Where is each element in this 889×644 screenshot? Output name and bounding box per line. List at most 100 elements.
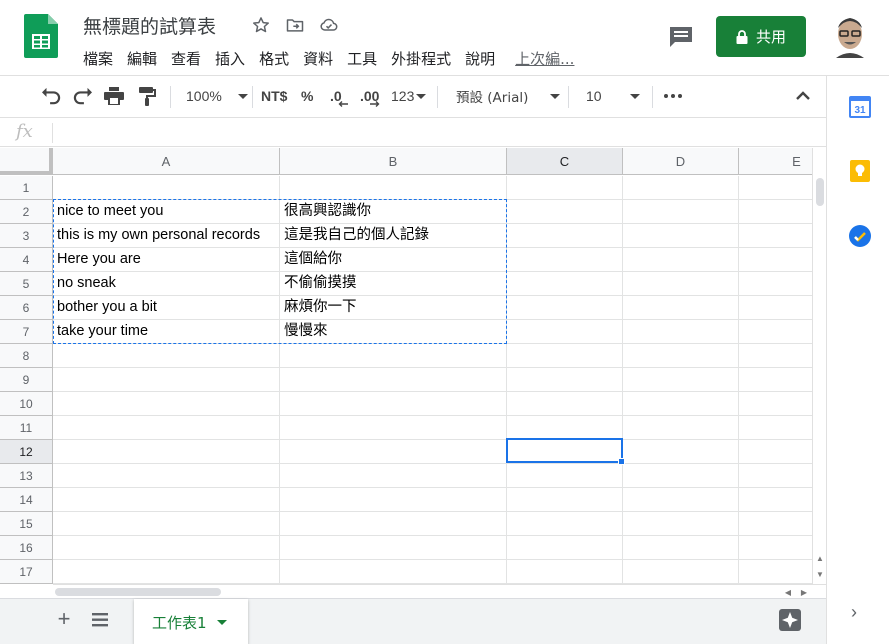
cell-c16[interactable] xyxy=(507,536,623,560)
percent-format-button[interactable]: % xyxy=(301,84,313,108)
column-header-e[interactable]: E xyxy=(739,148,812,175)
row-header-16[interactable]: 16 xyxy=(0,536,53,560)
cell-e10[interactable] xyxy=(739,392,812,416)
cell-c1[interactable] xyxy=(507,176,623,200)
cell-d8[interactable] xyxy=(623,344,739,368)
row-header-3[interactable]: 3 xyxy=(0,224,53,248)
decrease-decimal-button[interactable]: .0 xyxy=(330,84,348,108)
cell-c3[interactable] xyxy=(507,224,623,248)
calendar-icon[interactable]: 31 xyxy=(849,96,871,118)
cell-d3[interactable] xyxy=(623,224,739,248)
cell-e8[interactable] xyxy=(739,344,812,368)
cell-d4[interactable] xyxy=(623,248,739,272)
cell-a14[interactable] xyxy=(53,488,280,512)
menu-help[interactable]: 說明 xyxy=(458,48,502,70)
scroll-up-icon[interactable]: ▲ xyxy=(814,552,826,564)
cell-c15[interactable] xyxy=(507,512,623,536)
row-header-6[interactable]: 6 xyxy=(0,296,53,320)
row-header-4[interactable]: 4 xyxy=(0,248,53,272)
undo-icon[interactable] xyxy=(40,84,62,108)
menu-tools[interactable]: 工具 xyxy=(340,48,384,70)
print-icon[interactable] xyxy=(104,84,124,108)
cell-b10[interactable] xyxy=(280,392,507,416)
collapse-icon[interactable] xyxy=(795,84,811,108)
cell-c9[interactable] xyxy=(507,368,623,392)
cell-d7[interactable] xyxy=(623,320,739,344)
cell-b15[interactable] xyxy=(280,512,507,536)
column-header-c[interactable]: C xyxy=(507,148,623,175)
cell-d1[interactable] xyxy=(623,176,739,200)
all-sheets-icon[interactable] xyxy=(90,611,110,629)
cell-b2[interactable]: 很高興認識你 xyxy=(280,200,507,224)
zoom-select[interactable]: 100% xyxy=(186,84,248,108)
cell-c6[interactable] xyxy=(507,296,623,320)
cell-d2[interactable] xyxy=(623,200,739,224)
vertical-scrollbar[interactable]: ▲ ▼ xyxy=(812,148,826,584)
avatar[interactable] xyxy=(832,14,868,58)
cell-a8[interactable] xyxy=(53,344,280,368)
cell-e6[interactable] xyxy=(739,296,812,320)
cell-e16[interactable] xyxy=(739,536,812,560)
cell-b13[interactable] xyxy=(280,464,507,488)
increase-decimal-button[interactable]: .00 xyxy=(360,84,380,108)
cell-e15[interactable] xyxy=(739,512,812,536)
cell-e3[interactable] xyxy=(739,224,812,248)
active-cell-outline[interactable] xyxy=(506,438,623,463)
cell-c11[interactable] xyxy=(507,416,623,440)
cell-e12[interactable] xyxy=(739,440,812,464)
row-header-11[interactable]: 11 xyxy=(0,416,53,440)
scroll-down-icon[interactable]: ▼ xyxy=(814,568,826,580)
cell-c8[interactable] xyxy=(507,344,623,368)
cell-b14[interactable] xyxy=(280,488,507,512)
more-icon[interactable] xyxy=(664,84,682,108)
cloud-status-icon[interactable] xyxy=(318,14,340,36)
share-button[interactable]: 共用 xyxy=(716,16,806,57)
scroll-left-icon[interactable]: ◀ xyxy=(782,586,794,598)
cell-c5[interactable] xyxy=(507,272,623,296)
cell-b1[interactable] xyxy=(280,176,507,200)
cell-b8[interactable] xyxy=(280,344,507,368)
cell-a5[interactable]: no sneak xyxy=(53,272,280,296)
cell-b12[interactable] xyxy=(280,440,507,464)
cell-b5[interactable]: 不偷偷摸摸 xyxy=(280,272,507,296)
cell-d17[interactable] xyxy=(623,560,739,584)
menu-file[interactable]: 檔案 xyxy=(76,48,120,70)
menu-edit[interactable]: 編輯 xyxy=(120,48,164,70)
add-sheet-icon[interactable]: + xyxy=(54,608,74,630)
cell-c4[interactable] xyxy=(507,248,623,272)
tasks-icon[interactable] xyxy=(849,225,871,247)
spreadsheet-grid[interactable]: A B C D E 1 2 nice to meet you 很高興認識你 3 this is my… xyxy=(0,148,812,584)
row-header-12[interactable]: 12 xyxy=(0,440,53,464)
sheets-logo-icon[interactable] xyxy=(24,14,58,58)
cell-d16[interactable] xyxy=(623,536,739,560)
row-header-13[interactable]: 13 xyxy=(0,464,53,488)
cell-a1[interactable] xyxy=(53,176,280,200)
cell-c7[interactable] xyxy=(507,320,623,344)
formula-input[interactable] xyxy=(60,123,800,143)
cell-c17[interactable] xyxy=(507,560,623,584)
cell-a3[interactable]: this is my own personal records xyxy=(53,224,280,248)
cell-a4[interactable]: Here you are xyxy=(53,248,280,272)
last-edit-link[interactable]: 上次編... xyxy=(508,48,581,70)
font-size-select[interactable]: 10 xyxy=(586,84,640,108)
expand-panel-icon[interactable]: › xyxy=(851,602,857,623)
cell-e11[interactable] xyxy=(739,416,812,440)
star-icon[interactable] xyxy=(250,14,272,36)
cell-c2[interactable] xyxy=(507,200,623,224)
more-formats-button[interactable]: 123 xyxy=(391,84,427,108)
explore-icon[interactable] xyxy=(778,608,802,632)
sheet-tab[interactable]: 工作表1 xyxy=(134,599,248,644)
cell-b11[interactable] xyxy=(280,416,507,440)
cell-d12[interactable] xyxy=(623,440,739,464)
row-header-7[interactable]: 7 xyxy=(0,320,53,344)
menu-addons[interactable]: 外掛程式 xyxy=(384,48,458,70)
cell-a2[interactable]: nice to meet you xyxy=(53,200,280,224)
cell-a16[interactable] xyxy=(53,536,280,560)
cell-a11[interactable] xyxy=(53,416,280,440)
document-title[interactable]: 無標題的試算表 xyxy=(83,12,216,39)
column-header-d[interactable]: D xyxy=(623,148,739,175)
row-header-9[interactable]: 9 xyxy=(0,368,53,392)
cell-e7[interactable] xyxy=(739,320,812,344)
cell-d15[interactable] xyxy=(623,512,739,536)
row-header-14[interactable]: 14 xyxy=(0,488,53,512)
